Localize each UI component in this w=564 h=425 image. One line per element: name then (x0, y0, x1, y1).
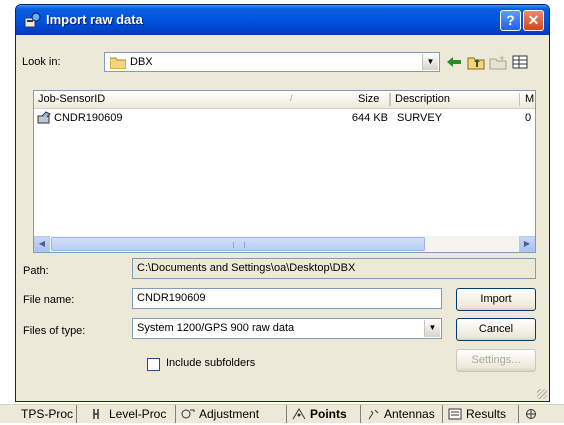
up-folder-icon[interactable] (466, 53, 486, 71)
files-of-type-dropdown[interactable]: System 1200/GPS 900 raw data ▼ (132, 318, 442, 339)
tab-label: Points (310, 407, 347, 421)
scroll-left-icon[interactable]: ◀ (34, 236, 50, 252)
points-icon (292, 407, 306, 420)
tab-label: Antennas (384, 407, 435, 421)
title-bar[interactable]: Import raw data ? ✕ (16, 5, 549, 35)
file-name-input[interactable]: CNDR190609 (132, 288, 442, 309)
bottom-tab-bar: TPS-Proc Level-Proc Adjustment Points An… (0, 404, 564, 423)
tps-icon (3, 408, 17, 420)
file-list[interactable]: Job-SensorID / Size Description M CNDR19… (33, 90, 536, 253)
look-in-label: Look in: (22, 56, 61, 68)
resize-grip[interactable] (537, 389, 547, 399)
raw-data-file-icon (37, 111, 53, 128)
partial-tab-icon (524, 407, 538, 419)
view-menu-icon[interactable] (510, 53, 530, 71)
look-in-value: DBX (130, 56, 153, 68)
tab-tps-proc[interactable]: TPS-Proc (0, 405, 77, 423)
chevron-down-icon[interactable]: ▼ (424, 320, 440, 337)
path-label: Path: (23, 265, 49, 277)
chevron-down-icon[interactable]: ▼ (422, 54, 438, 70)
adjustment-icon (181, 407, 195, 419)
path-value: C:\Documents and Settings\oa\Desktop\DBX (137, 262, 356, 274)
column-header-m[interactable]: M (525, 93, 534, 105)
settings-button[interactable]: Settings... (456, 349, 536, 372)
file-name-value: CNDR190609 (137, 292, 206, 304)
help-button[interactable]: ? (500, 10, 521, 31)
look-in-dropdown[interactable]: DBX ▼ (104, 52, 440, 72)
column-header-description[interactable]: Description (395, 93, 450, 105)
files-of-type-value: System 1200/GPS 900 raw data (137, 322, 295, 334)
folder-icon (109, 56, 127, 72)
tab-points[interactable]: Points (289, 405, 361, 423)
tab-label: Level-Proc (109, 407, 167, 421)
new-folder-icon[interactable] (488, 53, 508, 71)
file-name-label: File name: (23, 294, 75, 306)
file-m-cell: 0 (525, 112, 532, 124)
include-subfolders-checkbox[interactable] (147, 358, 160, 371)
antenna-icon (366, 407, 380, 420)
back-arrow-icon[interactable] (444, 53, 464, 71)
window-title: Import raw data (46, 12, 143, 27)
close-button[interactable]: ✕ (523, 10, 544, 31)
level-icon (91, 407, 105, 419)
import-icon (24, 12, 42, 28)
scroll-right-icon[interactable]: ▶ (519, 236, 535, 252)
tab-label: TPS-Proc (21, 407, 74, 421)
tab-label: Results (466, 407, 507, 421)
tab-antennas[interactable]: Antennas (363, 405, 443, 423)
sort-indicator-icon: / (290, 93, 293, 103)
file-description-cell: SURVEY (397, 112, 443, 124)
import-button[interactable]: Import (456, 288, 536, 311)
cancel-button[interactable]: Cancel (456, 318, 536, 341)
horizontal-scrollbar[interactable]: ◀ ▶ (34, 236, 535, 252)
list-header: Job-SensorID / Size Description M (34, 91, 535, 109)
results-icon (448, 407, 462, 420)
tab-level-proc[interactable]: Level-Proc (88, 405, 176, 423)
scrollbar-thumb[interactable] (51, 237, 425, 251)
tab-adjustment[interactable]: Adjustment (178, 405, 287, 423)
table-row[interactable]: CNDR190609 644 KB SURVEY 0 (34, 110, 535, 126)
include-subfolders-label[interactable]: Include subfolders (166, 357, 255, 369)
tab-results[interactable]: Results (445, 405, 519, 423)
tab-overflow[interactable] (521, 405, 564, 423)
files-of-type-label: Files of type: (23, 325, 86, 337)
file-size-cell: 644 KB (351, 112, 388, 124)
import-raw-data-dialog: Import raw data ? ✕ Look in: DBX ▼ Job-S… (15, 4, 550, 402)
tab-label: Adjustment (199, 407, 260, 421)
path-field: C:\Documents and Settings\oa\Desktop\DBX (132, 258, 536, 279)
column-header-job-sensorid[interactable]: Job-SensorID (38, 93, 105, 105)
column-header-size[interactable]: Size (358, 93, 379, 105)
file-name-cell: CNDR190609 (54, 112, 123, 124)
